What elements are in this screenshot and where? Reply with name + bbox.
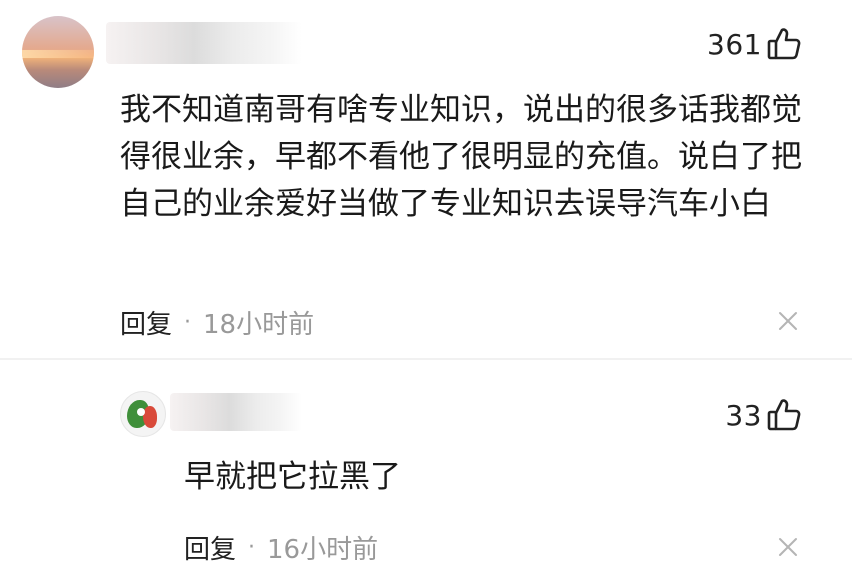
avatar[interactable] <box>120 391 166 437</box>
comment-item: 33 早就把它拉黑了 回复 · 16小时前 <box>0 373 852 578</box>
like-button[interactable]: 361 <box>707 24 802 64</box>
thumbs-up-icon <box>767 28 801 60</box>
avatar-image <box>22 50 94 58</box>
avatar[interactable] <box>22 16 94 88</box>
like-count: 33 <box>725 398 762 432</box>
separator-dot: · <box>184 309 192 335</box>
reply-button[interactable]: 回复 <box>120 304 172 341</box>
close-icon[interactable] <box>776 535 800 559</box>
comment-item: 361 我不知道南哥有啥专业知识，说出的很多话我都觉得很业余，早都不看他了很明显… <box>0 0 852 355</box>
divider <box>0 358 852 360</box>
username-blurred[interactable] <box>170 393 302 431</box>
comment-text: 早就把它拉黑了 <box>184 459 401 495</box>
timestamp: 18小时前 <box>203 309 315 340</box>
comment-meta: 回复 · 18小时前 <box>120 302 314 342</box>
comment-meta: 回复 · 16小时前 <box>184 527 378 567</box>
reply-button[interactable]: 回复 <box>184 529 236 566</box>
username-blurred[interactable] <box>106 22 302 64</box>
timestamp: 16小时前 <box>267 534 379 565</box>
like-count: 361 <box>707 27 762 61</box>
comment-text: 我不知道南哥有啥专业知识，说出的很多话我都觉得很业余，早都不看他了很明显的充值。… <box>120 92 802 222</box>
thumbs-up-icon <box>767 399 801 431</box>
close-icon[interactable] <box>776 309 800 333</box>
separator-dot: · <box>248 534 256 560</box>
like-button[interactable]: 33 <box>725 395 802 435</box>
